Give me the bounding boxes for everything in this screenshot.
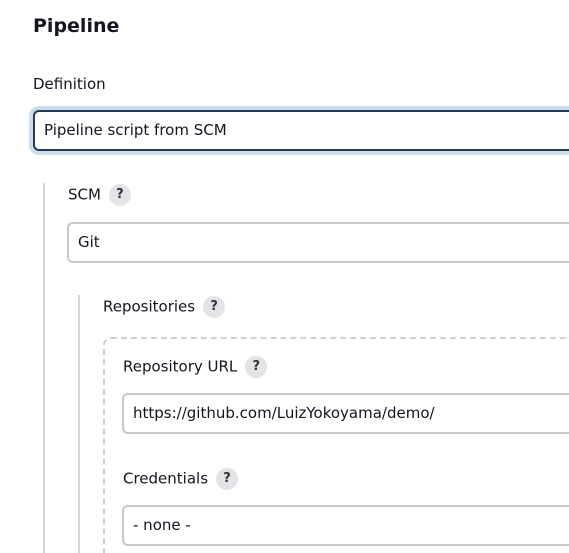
credentials-help-icon[interactable]: ? <box>216 468 239 490</box>
credentials-label: Credentials <box>123 469 209 488</box>
scm-label-row: SCM? <box>68 184 131 206</box>
repository-url-input[interactable]: https://github.com/LuizYokoyama/demo/ <box>122 393 569 434</box>
repository-url-label: Repository URL <box>123 357 238 376</box>
repository-url-help-icon[interactable]: ? <box>245 356 268 378</box>
credentials-label-row: Credentials? <box>123 468 239 490</box>
definition-select[interactable]: Pipeline script from SCM <box>33 110 569 151</box>
credentials-select[interactable]: - none - <box>122 505 569 546</box>
definition-label: Definition <box>33 75 106 93</box>
scm-select[interactable]: Git <box>67 222 569 263</box>
repositories-nesting-bar <box>78 295 80 553</box>
repository-url-label-row: Repository URL? <box>123 356 268 378</box>
scm-label: SCM <box>68 185 101 204</box>
repositories-label-row: Repositories? <box>103 296 226 318</box>
scm-nesting-bar <box>43 183 45 553</box>
scm-help-icon[interactable]: ? <box>108 184 131 206</box>
repositories-help-icon[interactable]: ? <box>203 296 226 318</box>
pipeline-config-page: Pipeline Definition Pipeline script from… <box>0 0 569 553</box>
section-title: Pipeline <box>33 15 120 37</box>
repositories-label: Repositories <box>103 297 196 316</box>
